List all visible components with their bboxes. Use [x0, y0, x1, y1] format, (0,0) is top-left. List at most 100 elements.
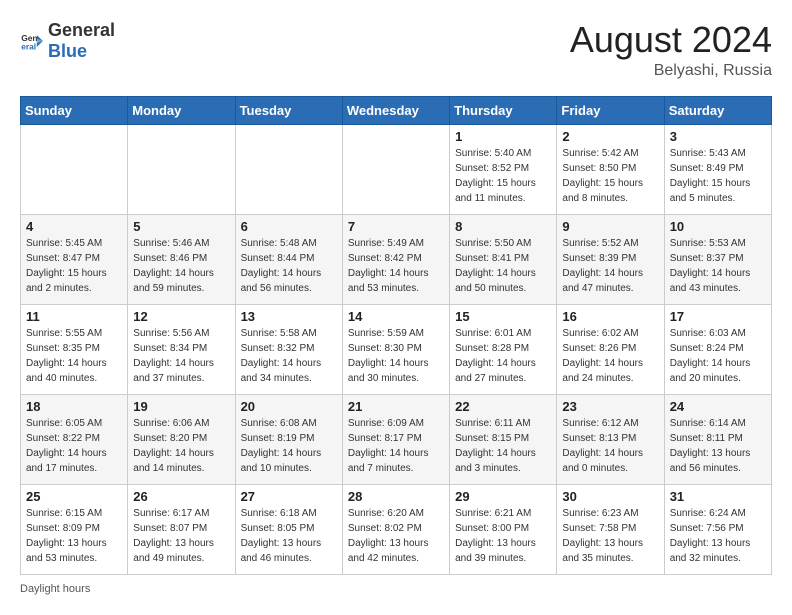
day-number: 9: [562, 219, 658, 234]
day-number: 5: [133, 219, 229, 234]
day-number: 29: [455, 489, 551, 504]
day-number: 1: [455, 129, 551, 144]
day-info: Sunrise: 6:09 AMSunset: 8:17 PMDaylight:…: [348, 416, 444, 476]
day-number: 7: [348, 219, 444, 234]
day-info: Sunrise: 5:48 AMSunset: 8:44 PMDaylight:…: [241, 236, 337, 296]
logo-icon: Gen eral: [20, 29, 44, 53]
table-cell: 4 Sunrise: 5:45 AMSunset: 8:47 PMDaylight…: [21, 214, 128, 304]
day-number: 21: [348, 399, 444, 414]
table-cell: 29Sunrise: 6:21 AMSunset: 8:00 PMDayligh…: [450, 484, 557, 574]
table-cell: 14 Sunrise: 5:59 AMSunset: 8:30 PMDayligh…: [342, 304, 449, 394]
header-monday: Monday: [128, 96, 235, 124]
day-info: Sunrise: 6:08 AMSunset: 8:19 PMDaylight:…: [241, 416, 337, 476]
day-number: 30: [562, 489, 658, 504]
day-number: 11: [26, 309, 122, 324]
table-cell: [128, 124, 235, 214]
header-saturday: Saturday: [664, 96, 771, 124]
table-cell: 6 Sunrise: 5:48 AMSunset: 8:44 PMDaylight…: [235, 214, 342, 304]
day-info: Sunrise: 6:23 AMSunset: 7:58 PMDaylight:…: [562, 506, 658, 566]
table-cell: 11 Sunrise: 5:55 AMSunset: 8:35 PMDayligh…: [21, 304, 128, 394]
table-cell: 17 Sunrise: 6:03 AMSunset: 8:24 PMDayligh…: [664, 304, 771, 394]
day-number: 15: [455, 309, 551, 324]
day-info: Sunrise: 6:17 AMSunset: 8:07 PMDaylight:…: [133, 506, 229, 566]
day-number: 12: [133, 309, 229, 324]
table-cell: 2Sunrise: 5:42 AMSunset: 8:50 PMDaylight…: [557, 124, 664, 214]
day-number: 26: [133, 489, 229, 504]
week-row-4: 18Sunrise: 6:05 AMSunset: 8:22 PMDayligh…: [21, 394, 772, 484]
logo: Gen eral General Blue: [20, 20, 115, 62]
day-info: Sunrise: 5:52 AMSunset: 8:39 PMDaylight:…: [562, 236, 658, 296]
daylight-hours-label: Daylight hours: [20, 583, 90, 595]
day-number: 31: [670, 489, 766, 504]
day-number: 22: [455, 399, 551, 414]
page-header: Gen eral General Blue August 2024 Belyas…: [20, 20, 772, 80]
day-info: Sunrise: 5:50 AMSunset: 8:41 PMDaylight:…: [455, 236, 551, 296]
day-info: Sunrise: 6:03 AMSunset: 8:24 PMDaylight:…: [670, 326, 766, 386]
day-info: Sunrise: 6:14 AMSunset: 8:11 PMDaylight:…: [670, 416, 766, 476]
table-cell: 25 Sunrise: 6:15 AMSunset: 8:09 PMDayligh…: [21, 484, 128, 574]
table-cell: 5Sunrise: 5:46 AMSunset: 8:46 PMDaylight…: [128, 214, 235, 304]
day-number: 25: [26, 489, 122, 504]
month-year-title: August 2024: [570, 20, 772, 60]
day-number: 6: [241, 219, 337, 234]
day-number: 4: [26, 219, 122, 234]
table-cell: 27 Sunrise: 6:18 AMSunset: 8:05 PMDayligh…: [235, 484, 342, 574]
day-number: 23: [562, 399, 658, 414]
day-number: 14: [348, 309, 444, 324]
header-thursday: Thursday: [450, 96, 557, 124]
day-info: Sunrise: 5:43 AMSunset: 8:49 PMDaylight:…: [670, 146, 766, 206]
day-info: Sunrise: 6:20 AMSunset: 8:02 PMDaylight:…: [348, 506, 444, 566]
title-area: August 2024 Belyashi, Russia: [570, 20, 772, 80]
table-cell: [342, 124, 449, 214]
day-info: Sunrise: 5:59 AMSunset: 8:30 PMDaylight:…: [348, 326, 444, 386]
table-cell: 10 Sunrise: 5:53 AMSunset: 8:37 PMDayligh…: [664, 214, 771, 304]
table-cell: 20 Sunrise: 6:08 AMSunset: 8:19 PMDayligh…: [235, 394, 342, 484]
table-cell: 28 Sunrise: 6:20 AMSunset: 8:02 PMDayligh…: [342, 484, 449, 574]
logo-text: General Blue: [48, 20, 115, 62]
day-info: Sunrise: 5:40 AMSunset: 8:52 PMDaylight:…: [455, 146, 551, 206]
day-info: Sunrise: 6:18 AMSunset: 8:05 PMDaylight:…: [241, 506, 337, 566]
week-row-2: 4 Sunrise: 5:45 AMSunset: 8:47 PMDaylight…: [21, 214, 772, 304]
day-number: 8: [455, 219, 551, 234]
table-cell: 19 Sunrise: 6:06 AMSunset: 8:20 PMDayligh…: [128, 394, 235, 484]
day-number: 20: [241, 399, 337, 414]
table-cell: 22Sunrise: 6:11 AMSunset: 8:15 PMDayligh…: [450, 394, 557, 484]
table-cell: 21 Sunrise: 6:09 AMSunset: 8:17 PMDayligh…: [342, 394, 449, 484]
table-cell: 15 Sunrise: 6:01 AMSunset: 8:28 PMDayligh…: [450, 304, 557, 394]
table-cell: [235, 124, 342, 214]
week-row-3: 11 Sunrise: 5:55 AMSunset: 8:35 PMDayligh…: [21, 304, 772, 394]
day-info: Sunrise: 5:45 AMSunset: 8:47 PMDaylight:…: [26, 236, 122, 296]
header-wednesday: Wednesday: [342, 96, 449, 124]
day-info: Sunrise: 6:12 AMSunset: 8:13 PMDaylight:…: [562, 416, 658, 476]
table-cell: 8 Sunrise: 5:50 AMSunset: 8:41 PMDaylight…: [450, 214, 557, 304]
calendar-table: Sunday Monday Tuesday Wednesday Thursday…: [20, 96, 772, 575]
day-number: 28: [348, 489, 444, 504]
day-number: 18: [26, 399, 122, 414]
day-info: Sunrise: 5:49 AMSunset: 8:42 PMDaylight:…: [348, 236, 444, 296]
week-row-5: 25 Sunrise: 6:15 AMSunset: 8:09 PMDayligh…: [21, 484, 772, 574]
day-info: Sunrise: 5:55 AMSunset: 8:35 PMDaylight:…: [26, 326, 122, 386]
footer-note: Daylight hours: [20, 583, 772, 595]
week-row-1: 1 Sunrise: 5:40 AMSunset: 8:52 PMDaylight…: [21, 124, 772, 214]
table-cell: 24Sunrise: 6:14 AMSunset: 8:11 PMDayligh…: [664, 394, 771, 484]
day-number: 13: [241, 309, 337, 324]
table-cell: 7 Sunrise: 5:49 AMSunset: 8:42 PMDaylight…: [342, 214, 449, 304]
day-info: Sunrise: 6:01 AMSunset: 8:28 PMDaylight:…: [455, 326, 551, 386]
table-cell: 1 Sunrise: 5:40 AMSunset: 8:52 PMDaylight…: [450, 124, 557, 214]
table-cell: 23 Sunrise: 6:12 AMSunset: 8:13 PMDayligh…: [557, 394, 664, 484]
day-info: Sunrise: 6:06 AMSunset: 8:20 PMDaylight:…: [133, 416, 229, 476]
day-number: 10: [670, 219, 766, 234]
day-number: 2: [562, 129, 658, 144]
table-cell: 30 Sunrise: 6:23 AMSunset: 7:58 PMDayligh…: [557, 484, 664, 574]
day-number: 27: [241, 489, 337, 504]
day-info: Sunrise: 6:24 AMSunset: 7:56 PMDaylight:…: [670, 506, 766, 566]
day-info: Sunrise: 6:15 AMSunset: 8:09 PMDaylight:…: [26, 506, 122, 566]
day-number: 16: [562, 309, 658, 324]
day-number: 19: [133, 399, 229, 414]
logo-blue: Blue: [48, 41, 87, 61]
day-info: Sunrise: 6:02 AMSunset: 8:26 PMDaylight:…: [562, 326, 658, 386]
day-info: Sunrise: 5:53 AMSunset: 8:37 PMDaylight:…: [670, 236, 766, 296]
day-number: 17: [670, 309, 766, 324]
header-friday: Friday: [557, 96, 664, 124]
location-subtitle: Belyashi, Russia: [570, 62, 772, 80]
